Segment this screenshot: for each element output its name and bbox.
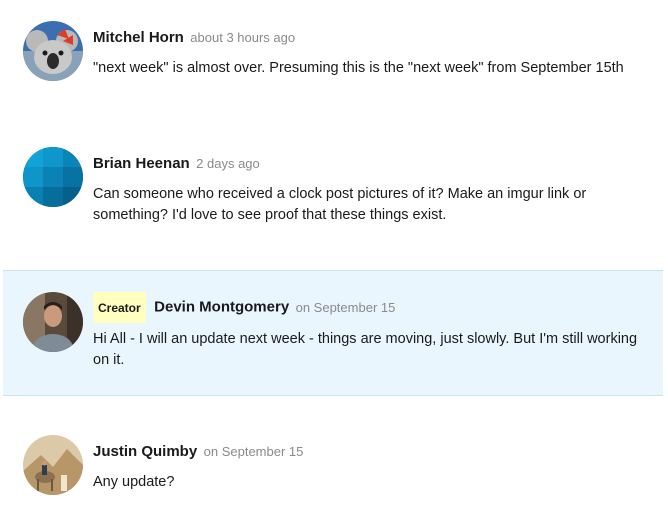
camel-rider-avatar-icon (23, 435, 83, 495)
creator-comment-item: Creator Devin Montgomery on September 15… (3, 270, 663, 396)
avatar[interactable] (23, 435, 83, 495)
author-name[interactable]: Justin Quimby (93, 443, 197, 460)
comment-timestamp[interactable]: on September 15 (296, 300, 396, 315)
comment-meta: Mitchel Horn about 3 hours ago (93, 29, 295, 47)
avatar[interactable] (23, 21, 83, 81)
comment-timestamp[interactable]: 2 days ago (196, 156, 260, 171)
comment-meta: Brian Heenan 2 days ago (93, 155, 260, 173)
comment-timestamp[interactable]: about 3 hours ago (190, 30, 295, 45)
comment-item: Brian Heenan 2 days ago Can someone who … (3, 125, 663, 270)
comment-text: Can someone who received a clock post pi… (93, 186, 587, 223)
comment-meta: Justin Quimby on September 15 (93, 443, 303, 461)
avatar[interactable] (23, 147, 83, 207)
comment-text: Any update? (93, 474, 175, 490)
comment-text: "next week" is almost over. Presuming th… (93, 60, 624, 76)
comment-item: Justin Quimby on September 15 Any update… (3, 396, 663, 529)
comment-meta: Creator Devin Montgomery on September 15 (93, 292, 395, 323)
author-name[interactable]: Devin Montgomery (154, 299, 289, 316)
geometric-avatar-icon (23, 147, 83, 207)
comment-text: Hi All - I will an update next week - th… (93, 331, 638, 368)
comment-timestamp[interactable]: on September 15 (204, 444, 304, 459)
author-name[interactable]: Brian Heenan (93, 155, 190, 172)
koala-avatar-icon (23, 21, 83, 81)
person-avatar-icon (23, 292, 83, 352)
avatar[interactable] (23, 292, 83, 352)
creator-badge: Creator (93, 292, 146, 323)
author-name[interactable]: Mitchel Horn (93, 29, 184, 46)
comment-item: Mitchel Horn about 3 hours ago "next wee… (3, 0, 663, 125)
